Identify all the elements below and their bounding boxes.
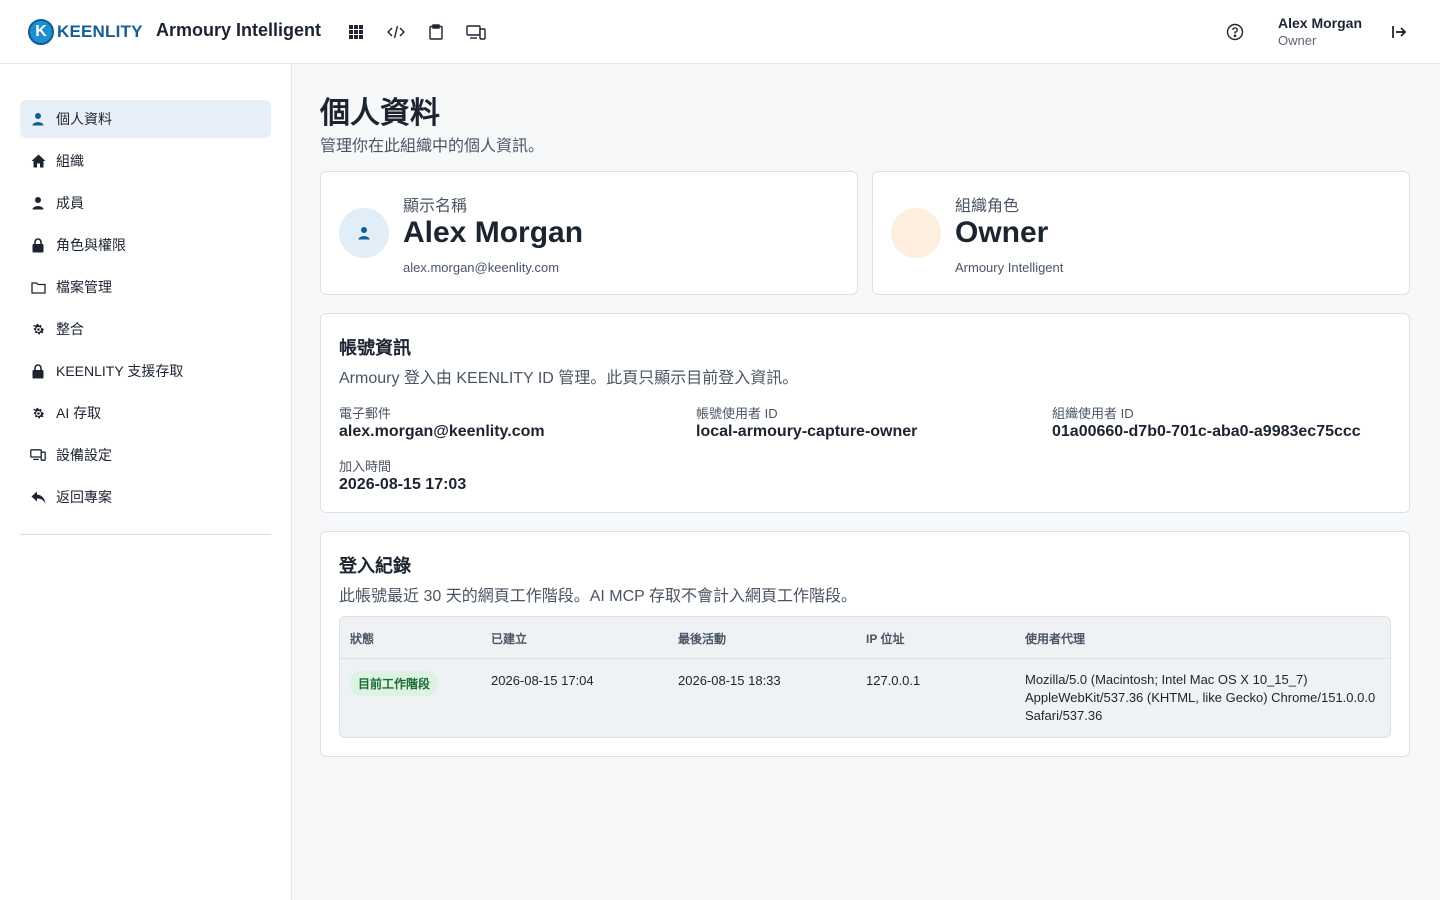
page-title: 個人資料 [320,97,440,130]
sidebar-item-label: KEENLITY 支援存取 [56,363,184,379]
column-header-created: 已建立 [491,632,528,646]
account-id-value: local-armoury-capture-owner [696,423,918,440]
joined-value: 2026-08-15 17:03 [339,476,467,493]
display-name-label: 顯示名稱 [403,198,468,215]
top-bar: K KEENLITY Armoury Intelligent Alex Morg… [0,0,1440,64]
sidebar-item-label: 個人資料 [56,111,112,127]
user-menu[interactable]: Alex Morgan Owner [1278,15,1362,49]
org-name: Armoury Intelligent [955,260,1064,275]
table-header: 狀態 已建立 最後活動 IP 位址 使用者代理 [340,617,1390,659]
help-icon[interactable] [1225,22,1245,42]
login-history-card: 登入紀錄 此帳號最近 30 天的網頁工作階段。AI MCP 存取不會計入網頁工作… [320,531,1410,757]
account-id-label: 帳號使用者 ID [696,406,778,421]
sidebar-item-label: 檔案管理 [56,279,112,295]
sidebar-item-files[interactable]: 檔案管理 [20,268,271,306]
sidebar-divider [20,534,271,535]
column-header-last-active: 最後活動 [678,632,727,646]
sidebar-item-device-settings[interactable]: 設備設定 [20,436,271,474]
display-name-value: Alex Morgan [403,216,584,249]
avatar [339,208,389,258]
sidebar-item-organization[interactable]: 組織 [20,142,271,180]
org-user-id-label: 組織使用者 ID [1052,406,1134,421]
user-agent-cell: Mozilla/5.0 (Macintosh; Intel Mac OS X 1… [1025,672,1376,723]
org-role-card: 組織角色 Owner Armoury Intelligent [872,171,1410,295]
sidebar-item-profile[interactable]: 個人資料 [20,100,271,138]
gear-icon [30,321,46,337]
user-icon [30,195,46,211]
sidebar-item-label: 成員 [56,195,84,211]
joined-label: 加入時間 [339,459,392,474]
user-icon [30,111,46,127]
column-header-user-agent: 使用者代理 [1025,632,1086,646]
sidebar-item-label: 組織 [56,153,84,169]
user-name: Alex Morgan [1278,15,1363,31]
user-role: Owner [1278,33,1317,48]
sidebar-item-label: 角色與權限 [56,237,126,253]
lock-icon [30,363,46,379]
email-label: 電子郵件 [339,406,392,421]
grid-icon[interactable] [345,21,367,43]
page-subtitle: 管理你在此組織中的個人資訊。 [320,138,545,155]
app-title: Armoury Intelligent [156,20,322,40]
sidebar-item-label: 返回專案 [56,489,112,505]
logout-icon[interactable] [1388,21,1410,43]
reply-icon [30,489,46,505]
email-value: alex.morgan@keenlity.com [339,423,545,440]
login-history-title: 登入紀錄 [339,556,411,576]
org-role-value: Owner [955,216,1049,249]
devices-icon[interactable] [465,21,487,43]
status-badge: 目前工作階段 [350,671,439,696]
logo-mark: K [28,19,54,45]
folder-icon [30,279,46,295]
display-name-card: 顯示名稱 Alex Morgan alex.morgan@keenlity.co… [320,171,858,295]
sidebar: 個人資料 組織 成員 角色與權限 檔案管理 整合 KEENLITY 支援存取 A… [0,64,292,900]
ip-cell: 127.0.0.1 [866,673,921,688]
sidebar-item-roles[interactable]: 角色與權限 [20,226,271,264]
lock-icon [30,237,46,253]
sidebar-item-label: AI 存取 [56,405,102,421]
clipboard-icon[interactable] [425,21,447,43]
org-role-label: 組織角色 [955,198,1020,215]
sessions-table: 狀態 已建立 最後活動 IP 位址 使用者代理 目前工作階段 2026-08-1… [339,616,1391,738]
login-history-subtitle: 此帳號最近 30 天的網頁工作階段。AI MCP 存取不會計入網頁工作階段。 [339,588,857,605]
sidebar-item-members[interactable]: 成員 [20,184,271,222]
account-info-title: 帳號資訊 [339,338,411,358]
account-info-card: 帳號資訊 Armoury 登入由 KEENLITY ID 管理。此頁只顯示目前登… [320,313,1410,513]
user-icon [358,227,370,240]
logo-text: KEENLITY [57,22,143,41]
column-header-ip: IP 位址 [866,632,905,646]
display-email: alex.morgan@keenlity.com [403,260,560,275]
home-icon [30,153,46,169]
sidebar-item-label: 整合 [56,321,84,337]
sidebar-item-label: 設備設定 [56,447,112,463]
column-header-status: 狀態 [350,632,375,646]
account-info-subtitle: Armoury 登入由 KEENLITY ID 管理。此頁只顯示目前登入資訊。 [339,370,799,387]
role-avatar [891,208,941,258]
gear-icon [30,405,46,421]
created-cell: 2026-08-15 17:04 [491,673,594,688]
sidebar-item-integrations[interactable]: 整合 [20,310,271,348]
sidebar-item-ai-access[interactable]: AI 存取 [20,394,271,432]
devices-icon [30,447,46,463]
org-user-id-value: 01a00660-d7b0-701c-aba0-a9983ec75ccc [1052,423,1361,440]
code-icon[interactable] [385,21,407,43]
sidebar-item-back-to-projects[interactable]: 返回專案 [20,478,271,516]
sidebar-item-support-access[interactable]: KEENLITY 支援存取 [20,352,271,390]
last-active-cell: 2026-08-15 18:33 [678,673,781,688]
keenlity-logo[interactable]: K KEENLITY [28,18,143,46]
